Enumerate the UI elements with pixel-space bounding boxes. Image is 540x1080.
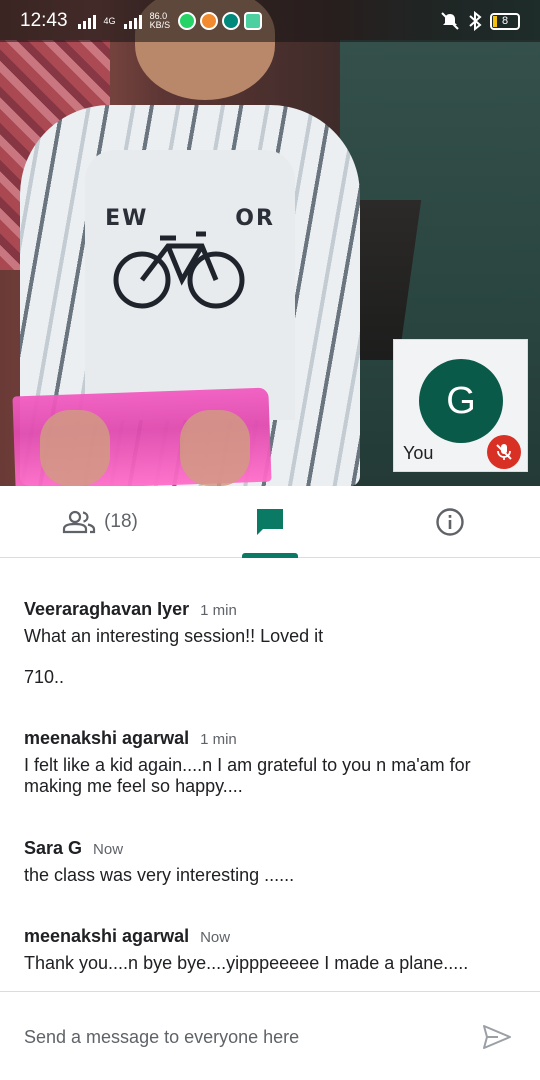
participant-count: (18): [104, 511, 138, 532]
chat-message: meenakshi agarwal Now Thank you....n bye…: [24, 926, 514, 974]
video-participant: [180, 410, 250, 486]
bicycle-print-icon: [113, 231, 245, 309]
silent-icon: [441, 12, 459, 30]
message-text: 710..: [24, 667, 65, 687]
tab-people[interactable]: (18): [40, 486, 160, 558]
avatar: G: [419, 359, 503, 443]
message-text: Thank you....n bye bye....yipppeeeee I m…: [24, 953, 469, 973]
meeting-tab-bar: (18): [0, 486, 540, 558]
camera-icon: [244, 12, 263, 30]
self-video-tile[interactable]: G You: [393, 339, 528, 472]
message-author: meenakshi agarwal: [24, 728, 190, 748]
shirt-print: EW OR: [105, 206, 275, 231]
message-header: meenakshi agarwal 1 min: [24, 728, 514, 749]
message-composer: [0, 991, 540, 1080]
message-header: Sara G Now: [24, 838, 514, 859]
message-time: Now: [93, 841, 124, 858]
message-text: What an interesting session!! Loved it: [24, 626, 324, 646]
chat-icon: [257, 509, 283, 535]
whatsapp-icon: [178, 12, 197, 30]
data-speed-unit: KB/S: [149, 20, 171, 30]
chat-message: Veeraraghavan Iyer 1 min What an interes…: [24, 599, 514, 688]
message-author: Sara G: [24, 838, 83, 858]
battery-level: 8: [501, 15, 509, 27]
chat-message: Sara G Now the class was very interestin…: [24, 838, 514, 886]
message-input[interactable]: [24, 1022, 454, 1052]
send-icon: [483, 1025, 511, 1049]
self-label: You: [403, 443, 434, 463]
status-bar: 12:43 4G 86.0 KB/S 8: [0, 0, 540, 42]
notification-icon: [200, 12, 219, 30]
message-time: 1 min: [200, 731, 237, 748]
chat-message: meenakshi agarwal 1 min I felt like a ki…: [24, 728, 514, 797]
message-author: Veeraraghavan Iyer: [24, 599, 190, 619]
mic-off-icon: [487, 435, 521, 469]
status-time: 12:43: [20, 10, 68, 31]
message-author: meenakshi agarwal: [24, 926, 190, 946]
chat-message-list[interactable]: Veeraraghavan Iyer 1 min What an interes…: [0, 559, 540, 991]
video-participant: [40, 410, 110, 486]
message-time: 1 min: [200, 602, 237, 619]
battery-icon: 8: [490, 12, 520, 30]
info-icon: [436, 508, 464, 536]
tab-info[interactable]: [420, 486, 480, 558]
message-time: Now: [200, 929, 231, 946]
notification-icon: [222, 12, 241, 30]
message-header: Veeraraghavan Iyer 1 min: [24, 599, 514, 620]
active-tab-indicator: [242, 553, 298, 558]
data-speed: 86.0 KB/S: [150, 12, 171, 30]
network-type: 4G: [103, 15, 116, 26]
message-text: I felt like a kid again....n I am gratef…: [24, 755, 471, 796]
bluetooth-icon: [469, 11, 482, 31]
people-icon: [62, 510, 96, 534]
tab-chat[interactable]: [230, 486, 310, 558]
send-button[interactable]: [480, 1022, 514, 1052]
signal-icon: [77, 13, 96, 29]
message-text: the class was very interesting ......: [24, 865, 295, 885]
avatar-initial: G: [446, 379, 476, 422]
message-header: meenakshi agarwal Now: [24, 926, 514, 947]
signal-icon: [123, 13, 142, 29]
